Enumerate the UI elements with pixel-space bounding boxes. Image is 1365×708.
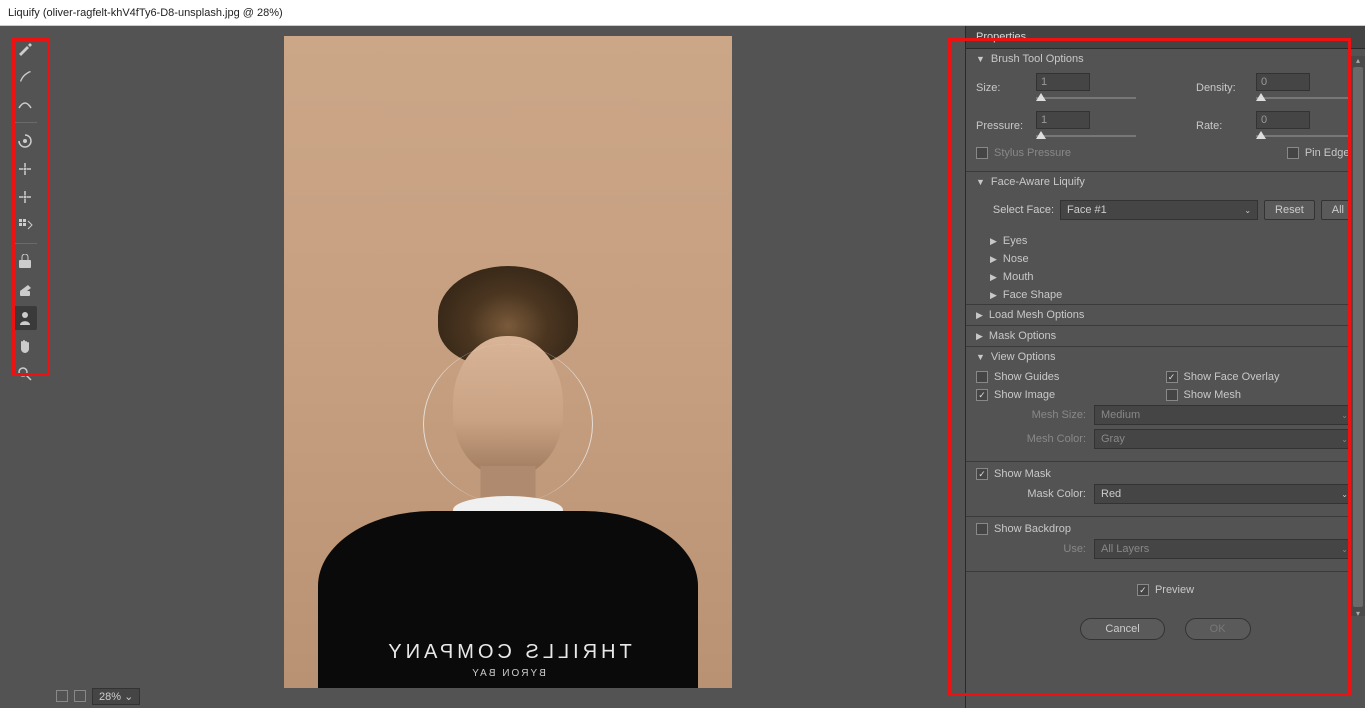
- brush-options-header[interactable]: ▼Brush Tool Options: [966, 49, 1365, 69]
- density-slider[interactable]: [1256, 93, 1356, 103]
- show-mesh-checkbox[interactable]: [1166, 389, 1178, 401]
- reset-button[interactable]: Reset: [1264, 200, 1315, 220]
- rate-label: Rate:: [1196, 120, 1256, 132]
- show-backdrop-checkbox[interactable]: [976, 523, 988, 535]
- rate-slider[interactable]: [1256, 131, 1356, 141]
- status-bar: 28% ⌄: [50, 684, 146, 708]
- size-slider[interactable]: [1036, 93, 1136, 103]
- push-left-tool[interactable]: [13, 213, 37, 237]
- preview-checkbox[interactable]: [1137, 584, 1149, 596]
- pin-edges-label: Pin Edges: [1305, 147, 1355, 159]
- twirl-tool[interactable]: [13, 129, 37, 153]
- image-shirt-subtext: BYRON BAY: [284, 668, 732, 679]
- show-image-checkbox[interactable]: [976, 389, 988, 401]
- pressure-input[interactable]: [1036, 111, 1090, 129]
- window-titlebar: Liquify (oliver-ragfelt-khV4fTy6-D8-unsp…: [0, 0, 1365, 26]
- view-mode-2[interactable]: [74, 690, 86, 702]
- smooth-tool[interactable]: [13, 92, 37, 116]
- view-options-header[interactable]: ▼View Options: [966, 347, 1365, 367]
- show-guides-checkbox[interactable]: [976, 371, 988, 383]
- mesh-color-select: Gray⌄: [1094, 429, 1355, 449]
- forward-warp-tool[interactable]: [13, 36, 37, 60]
- face-tool[interactable]: [13, 306, 37, 330]
- mesh-size-select: Medium⌄: [1094, 405, 1355, 425]
- panel-scrollbar[interactable]: ▴▾: [1351, 56, 1365, 616]
- panel-title: Properties: [966, 26, 1365, 49]
- document-image: THRILLS COMPANY BYRON BAY: [284, 36, 732, 688]
- show-mask-checkbox[interactable]: [976, 468, 988, 480]
- pucker-tool[interactable]: [13, 157, 37, 181]
- stylus-pressure-checkbox: [976, 147, 988, 159]
- cancel-button[interactable]: Cancel: [1080, 618, 1164, 640]
- hand-tool[interactable]: [13, 334, 37, 358]
- tool-column: [0, 26, 50, 708]
- window-title: Liquify (oliver-ragfelt-khV4fTy6-D8-unsp…: [8, 7, 283, 19]
- mouth-section[interactable]: ▶Mouth: [966, 268, 1365, 286]
- bloat-tool[interactable]: [13, 185, 37, 209]
- zoom-level-select[interactable]: 28% ⌄: [92, 688, 140, 705]
- thaw-mask-tool[interactable]: [13, 278, 37, 302]
- pin-edges-checkbox[interactable]: [1287, 147, 1299, 159]
- face-shape-section[interactable]: ▶Face Shape: [966, 286, 1365, 304]
- zoom-tool[interactable]: [13, 362, 37, 386]
- face-aware-header[interactable]: ▼Face-Aware Liquify: [966, 172, 1365, 192]
- freeze-mask-tool[interactable]: [13, 250, 37, 274]
- use-layers-select: All Layers⌄: [1094, 539, 1355, 559]
- show-face-overlay-checkbox[interactable]: [1166, 371, 1178, 383]
- stylus-pressure-label: Stylus Pressure: [994, 147, 1071, 159]
- mask-color-select[interactable]: Red⌄: [1094, 484, 1355, 504]
- image-shirt-text: THRILLS COMPANY: [284, 641, 732, 664]
- view-mode-1[interactable]: [56, 690, 68, 702]
- density-label: Density:: [1196, 82, 1256, 94]
- properties-panel: Properties ▼Brush Tool Options Size: Den…: [965, 26, 1365, 708]
- select-face-dropdown[interactable]: Face #1⌄: [1060, 200, 1258, 220]
- reconstruct-tool[interactable]: [13, 64, 37, 88]
- pressure-label: Pressure:: [976, 120, 1036, 132]
- size-label: Size:: [976, 82, 1036, 94]
- density-input[interactable]: [1256, 73, 1310, 91]
- pressure-slider[interactable]: [1036, 131, 1136, 141]
- select-face-label: Select Face:: [976, 204, 1054, 216]
- ok-button[interactable]: OK: [1185, 618, 1251, 640]
- mask-options-header[interactable]: ▶Mask Options: [966, 326, 1365, 346]
- all-button[interactable]: All: [1321, 200, 1355, 220]
- load-mesh-header[interactable]: ▶Load Mesh Options: [966, 305, 1365, 325]
- eyes-section[interactable]: ▶Eyes: [966, 232, 1365, 250]
- nose-section[interactable]: ▶Nose: [966, 250, 1365, 268]
- canvas-area[interactable]: THRILLS COMPANY BYRON BAY 28% ⌄: [50, 26, 965, 708]
- rate-input[interactable]: [1256, 111, 1310, 129]
- size-input[interactable]: [1036, 73, 1090, 91]
